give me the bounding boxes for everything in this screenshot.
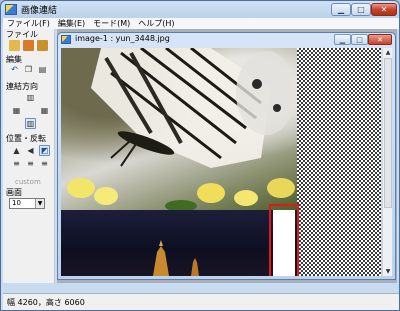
- image-canvas[interactable]: [61, 48, 381, 276]
- butterfly-photo: [61, 48, 297, 210]
- undo-icon: ↶: [11, 64, 18, 74]
- child-title-bar[interactable]: image-1 : yun_3448.jpg ▁ □ ✕: [58, 33, 395, 47]
- paste-icon: ▤: [38, 64, 47, 74]
- position-section-label: 位置・反転: [6, 134, 46, 143]
- zoom-value: 10: [12, 199, 21, 207]
- grid-vertical-icon: ▥: [26, 118, 35, 128]
- child-close-button[interactable]: ✕: [368, 34, 392, 45]
- minimize-icon: ▁: [337, 5, 345, 14]
- minimize-icon: ▁: [339, 35, 346, 44]
- custom-label[interactable]: custom: [15, 178, 41, 186]
- flip-horizontal-button[interactable]: ◀: [25, 145, 36, 156]
- close-icon: ✕: [380, 5, 388, 14]
- paste-button[interactable]: ▤: [37, 64, 48, 75]
- direction-down-button[interactable]: ▥: [25, 118, 36, 129]
- direction-left-button[interactable]: ▦: [11, 105, 22, 116]
- vertical-scrollbar[interactable]: ▲ ▼: [382, 48, 392, 276]
- minimize-button[interactable]: ▁: [331, 3, 351, 16]
- zoom-section-label: 画面: [6, 188, 22, 197]
- grid-horizontal-icon: ▦: [40, 105, 49, 115]
- close-icon: ✕: [377, 35, 383, 44]
- scroll-up-icon[interactable]: ▲: [383, 48, 393, 57]
- align-left-icon: ≡: [13, 158, 20, 168]
- menu-bar: ファイル(F) 編集(E) モード(M) ヘルプ(H): [3, 18, 399, 29]
- butterfly-illustration: [67, 48, 296, 210]
- child-window-title: image-1 : yun_3448.jpg: [75, 34, 170, 43]
- app-icon: [5, 4, 17, 15]
- status-bar: 幅 4260，高さ 6060: [3, 293, 399, 310]
- child-maximize-button[interactable]: □: [351, 34, 368, 45]
- align-center-icon: ≡: [27, 158, 34, 168]
- direction-right-button[interactable]: ▦: [39, 105, 50, 116]
- align-right-button[interactable]: ≡: [39, 158, 50, 169]
- scroll-down-icon[interactable]: ▼: [383, 267, 393, 276]
- export-button[interactable]: [37, 40, 48, 51]
- child-minimize-button[interactable]: ▁: [334, 34, 351, 45]
- save-image-button[interactable]: [23, 40, 34, 51]
- flip-vertical-button[interactable]: ▲: [11, 145, 22, 156]
- file-section-label: ファイル: [6, 30, 38, 39]
- rotate-icon: ◩: [40, 145, 49, 155]
- direction-section-label: 連結方向: [6, 82, 38, 91]
- maximize-icon: □: [356, 35, 363, 44]
- selection-highlight: [269, 204, 299, 276]
- maximize-button[interactable]: □: [351, 3, 371, 16]
- copy-button[interactable]: ❐: [23, 64, 34, 75]
- align-left-button[interactable]: ≡: [11, 158, 22, 169]
- image-icon: [61, 35, 71, 44]
- menu-mode[interactable]: モード(M): [89, 19, 134, 29]
- align-center-button[interactable]: ≡: [25, 158, 36, 169]
- maximize-icon: □: [357, 5, 365, 14]
- mdi-workspace: image-1 : yun_3448.jpg ▁ □ ✕ ▲ ▼: [57, 29, 397, 283]
- rotate-button[interactable]: ◩: [39, 145, 50, 156]
- grid-vertical-icon: ▥: [26, 92, 35, 102]
- scroll-thumb[interactable]: [384, 58, 392, 208]
- image-size-status: 幅 4260，高さ 6060: [7, 298, 85, 307]
- flip-horizontal-icon: ◀: [27, 145, 34, 155]
- direction-up-button[interactable]: ▥: [25, 92, 36, 103]
- grid-horizontal-icon: ▦: [12, 105, 21, 115]
- menu-file[interactable]: ファイル(F): [3, 19, 54, 29]
- image-child-window: image-1 : yun_3448.jpg ▁ □ ✕ ▲ ▼: [57, 32, 396, 280]
- flip-vertical-icon: ▲: [13, 145, 20, 155]
- app-window: 画像連結 ▁ □ ✕ ファイル(F) 編集(E) モード(M) ヘルプ(H) フ…: [0, 0, 400, 311]
- zoom-select[interactable]: 10 ▼: [9, 198, 45, 209]
- copy-icon: ❐: [24, 64, 33, 74]
- night-temple-photo: [61, 210, 297, 276]
- align-right-icon: ≡: [41, 158, 48, 168]
- open-folder-button[interactable]: [9, 40, 20, 51]
- title-bar[interactable]: 画像連結 ▁ □ ✕: [1, 1, 399, 18]
- chevron-down-icon[interactable]: ▼: [35, 199, 44, 208]
- menu-edit[interactable]: 編集(E): [54, 19, 89, 29]
- tool-panel: ファイル 編集 ↶ ❐ ▤ 連結方向 ▥ ▦ ▦ ▥ 位置・反転 ▲ ◀ ◩ ≡…: [3, 29, 55, 283]
- menu-help[interactable]: ヘルプ(H): [134, 19, 178, 29]
- undo-button[interactable]: ↶: [9, 64, 20, 75]
- temple-illustration: [153, 240, 199, 276]
- close-button[interactable]: ✕: [371, 3, 397, 16]
- window-title: 画像連結: [21, 6, 58, 16]
